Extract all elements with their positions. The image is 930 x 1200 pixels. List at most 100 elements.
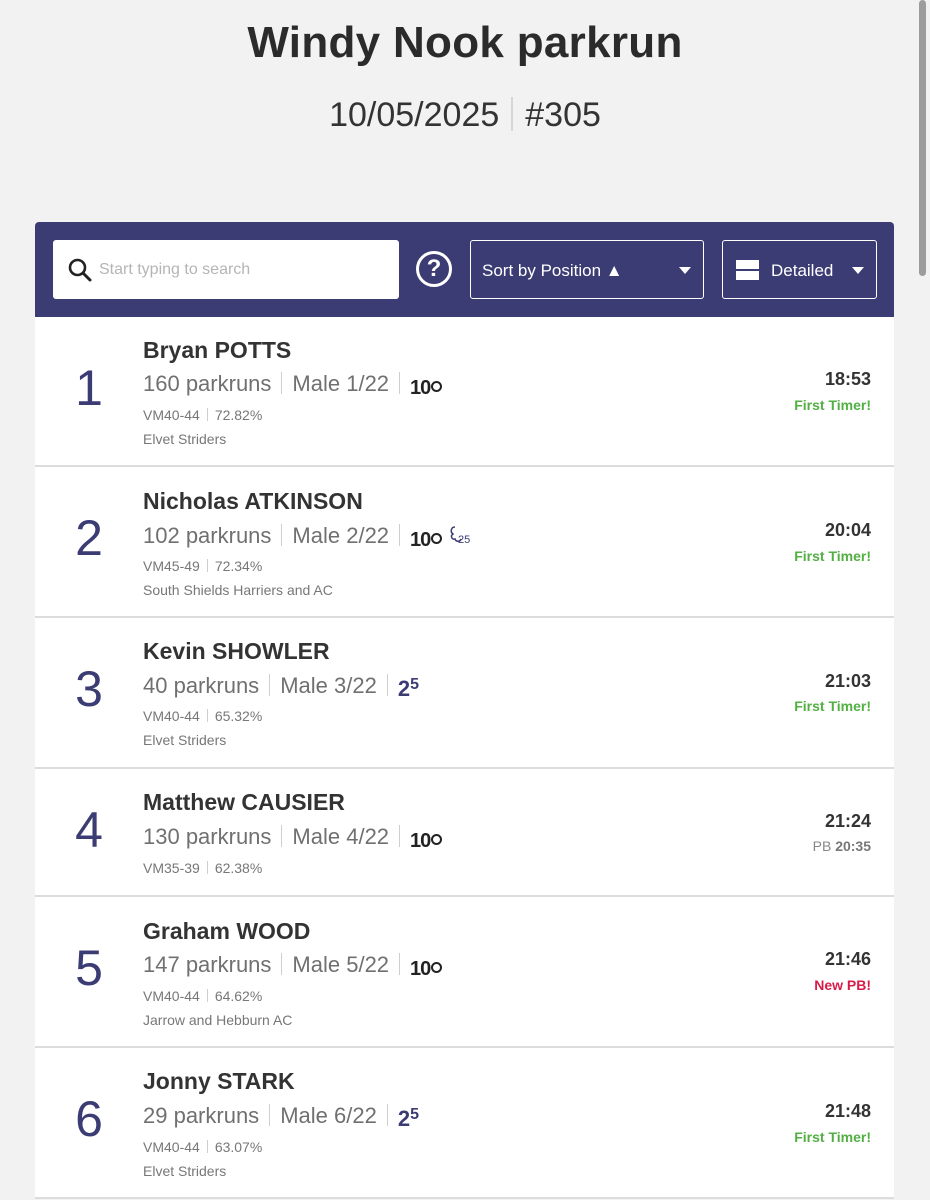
chevron-down-icon bbox=[852, 267, 864, 274]
runner-stats: 102 parkruns Male 2/22 10 25 bbox=[143, 523, 472, 552]
result-row[interactable]: 2 Nicholas ATKINSON 102 parkruns Male 2/22 1… bbox=[35, 467, 894, 618]
finish-time: 20:04 bbox=[824, 520, 871, 540]
age-category: VM40-44 bbox=[143, 407, 200, 423]
age-grade: 64.62% bbox=[214, 988, 263, 1004]
results-toolbar: ? Sort by Position ▲ Detailed bbox=[35, 222, 894, 317]
age-category: VM45-49 bbox=[143, 558, 200, 574]
milestone-25-icon: 25 bbox=[397, 1106, 419, 1131]
view-mode-label: Detailed bbox=[771, 261, 834, 280]
runner-stats: 29 parkruns Male 6/22 25 bbox=[143, 1103, 419, 1132]
search-icon bbox=[68, 258, 92, 282]
runner-stats: 147 parkruns Male 5/22 10 bbox=[143, 952, 443, 981]
finish-time: 18:53 bbox=[824, 369, 871, 389]
parkrun-count: 130 parkruns bbox=[143, 824, 272, 849]
gender-position: Male 3/22 bbox=[280, 673, 377, 698]
result-status: First Timer! bbox=[794, 397, 871, 413]
gender-position: Male 6/22 bbox=[280, 1103, 377, 1128]
age-info: VM40-44 64.62% bbox=[143, 988, 262, 1004]
age-info: VM40-44 72.82% bbox=[143, 407, 262, 423]
finish-time: 21:03 bbox=[824, 671, 871, 691]
runner-name[interactable]: Nicholas ATKINSON bbox=[143, 488, 363, 515]
page-title: Windy Nook parkrun bbox=[247, 18, 683, 67]
subtitle-divider bbox=[511, 97, 514, 131]
results-list: 1 Bryan POTTS 160 parkruns Male 1/22 10 VM40… bbox=[35, 317, 894, 1199]
age-info: VM40-44 65.32% bbox=[143, 708, 262, 724]
result-status: New PB! bbox=[814, 977, 871, 993]
runner-name[interactable]: Kevin SHOWLER bbox=[143, 638, 330, 665]
age-info: VM45-49 72.34% bbox=[143, 558, 262, 574]
result-row[interactable]: 3 Kevin SHOWLER 40 parkruns Male 3/22 25 VM4… bbox=[35, 618, 894, 769]
age-category: VM40-44 bbox=[143, 988, 200, 1004]
age-category: VM40-44 bbox=[143, 1139, 200, 1155]
result-row[interactable]: 1 Bryan POTTS 160 parkruns Male 1/22 10 VM40… bbox=[35, 317, 894, 467]
result-row[interactable]: 6 Jonny STARK 29 parkruns Male 6/22 25 VM40-… bbox=[35, 1048, 894, 1199]
pb-time: 20:35 bbox=[835, 838, 871, 854]
finish-position: 4 bbox=[75, 802, 103, 858]
parkrun-count: 29 parkruns bbox=[143, 1103, 260, 1128]
parkrun-count: 102 parkruns bbox=[143, 523, 272, 548]
page-scrollbar[interactable] bbox=[919, 0, 926, 276]
finish-time: 21:48 bbox=[824, 1101, 871, 1121]
runner-stats: 160 parkruns Male 1/22 10 bbox=[143, 371, 443, 400]
result-status: First Timer! bbox=[794, 698, 871, 714]
runner-club[interactable]: Elvet Striders bbox=[143, 732, 226, 748]
runner-stats: 130 parkruns Male 4/22 10 bbox=[143, 824, 443, 853]
parkrun-count: 147 parkruns bbox=[143, 952, 272, 977]
pb-label: PB bbox=[812, 838, 832, 854]
milestone-100-icon: 10 bbox=[410, 830, 443, 853]
runner-club[interactable]: Elvet Striders bbox=[143, 1163, 226, 1179]
view-mode-select[interactable]: Detailed bbox=[722, 240, 877, 299]
parkrun-count: 40 parkruns bbox=[143, 673, 260, 698]
runner-name[interactable]: Jonny STARK bbox=[143, 1068, 295, 1095]
runner-name[interactable]: Matthew CAUSIER bbox=[143, 789, 345, 816]
finish-time: 21:24 bbox=[824, 811, 871, 831]
finish-position: 1 bbox=[75, 360, 103, 416]
sort-select-label: Sort by Position ▲ bbox=[482, 261, 623, 280]
chevron-down-icon bbox=[679, 267, 691, 274]
result-status: First Timer! bbox=[794, 1129, 871, 1145]
event-date: 10/05/2025 bbox=[329, 96, 500, 134]
previous-pb: PB 20:35 bbox=[813, 838, 871, 854]
runner-club[interactable]: South Shields Harriers and AC bbox=[143, 582, 333, 598]
age-category: VM35-39 bbox=[143, 860, 200, 876]
age-info: VM40-44 63.07% bbox=[143, 1139, 262, 1155]
finish-position: 6 bbox=[75, 1091, 103, 1147]
age-grade: 72.34% bbox=[214, 558, 263, 574]
event-subtitle: 10/05/2025 #305 bbox=[0, 96, 930, 135]
event-number: #305 bbox=[525, 96, 601, 134]
result-row[interactable]: 5 Graham WOOD 147 parkruns Male 5/22 10 VM40… bbox=[35, 897, 894, 1048]
sort-select[interactable]: Sort by Position ▲ bbox=[470, 240, 704, 299]
runner-club[interactable]: Jarrow and Hebburn AC bbox=[143, 1012, 292, 1028]
milestone-100-icon: 10 bbox=[410, 377, 443, 400]
svg-text:25: 25 bbox=[458, 534, 470, 546]
search-input[interactable] bbox=[99, 240, 389, 299]
runner-club[interactable]: Elvet Striders bbox=[143, 431, 226, 447]
result-row[interactable]: 4 Matthew CAUSIER 130 parkruns Male 4/22 10 … bbox=[35, 769, 894, 897]
gender-position: Male 2/22 bbox=[292, 523, 390, 548]
age-info: VM35-39 62.38% bbox=[143, 860, 262, 876]
runner-name[interactable]: Graham WOOD bbox=[143, 918, 310, 945]
milestone-25-icon: 25 bbox=[397, 676, 419, 701]
finish-position: 2 bbox=[75, 510, 103, 566]
age-grade: 62.38% bbox=[214, 860, 263, 876]
finish-time: 21:46 bbox=[824, 949, 871, 969]
runner-stats: 40 parkruns Male 3/22 25 bbox=[143, 673, 419, 702]
detailed-view-icon bbox=[736, 260, 759, 280]
results-panel: ? Sort by Position ▲ Detailed 1 Bryan POT… bbox=[35, 222, 894, 1200]
age-grade: 72.82% bbox=[214, 407, 263, 423]
age-category: VM40-44 bbox=[143, 708, 200, 724]
parkrun-count: 160 parkruns bbox=[143, 371, 272, 396]
age-grade: 63.07% bbox=[214, 1139, 263, 1155]
milestone-100-icon: 10 bbox=[410, 958, 443, 981]
search-box[interactable] bbox=[53, 240, 399, 299]
milestone-25-volunteer-icon: 25 bbox=[448, 524, 472, 552]
gender-position: Male 4/22 bbox=[292, 824, 390, 849]
help-icon[interactable]: ? bbox=[416, 251, 452, 287]
milestone-100-icon: 10 bbox=[410, 529, 443, 552]
finish-position: 5 bbox=[75, 940, 103, 996]
age-grade: 65.32% bbox=[214, 708, 263, 724]
runner-name[interactable]: Bryan POTTS bbox=[143, 337, 291, 364]
result-status: First Timer! bbox=[794, 548, 871, 564]
gender-position: Male 1/22 bbox=[292, 371, 390, 396]
gender-position: Male 5/22 bbox=[292, 952, 390, 977]
